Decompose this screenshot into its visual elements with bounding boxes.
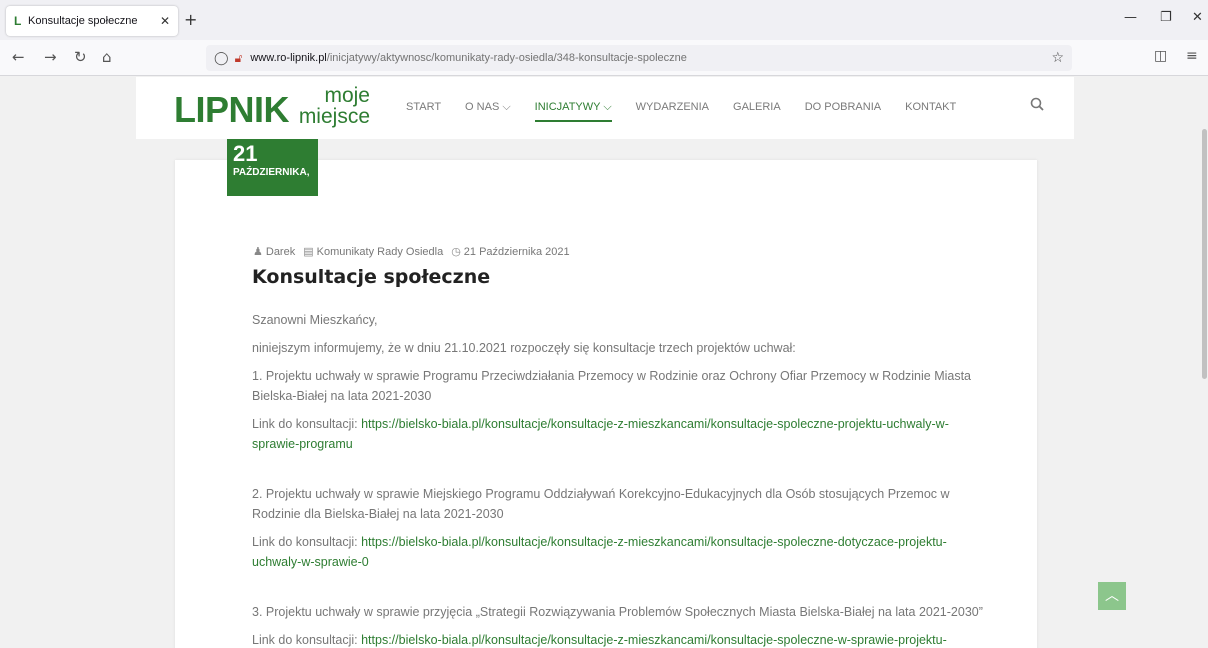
- page-viewport: LIPNIK moje miejsce START O NAS ⌵ INICJA…: [0, 77, 1208, 648]
- close-window-icon[interactable]: ✕: [1192, 10, 1203, 25]
- restore-icon[interactable]: ❐: [1160, 10, 1172, 25]
- document-icon: ▤: [303, 246, 314, 258]
- menu-item-wydarzenia[interactable]: WYDARZENIA: [636, 101, 709, 122]
- shield-icon[interactable]: ◯: [214, 51, 229, 66]
- navigation-bar: ← → ↻ ⌂ ◯ 🔓︎ www.ro-lipnik.pl/inicjatywy…: [0, 40, 1208, 76]
- date-day: 21: [233, 141, 258, 166]
- bookmark-star-icon[interactable]: ☆: [1051, 50, 1064, 66]
- tab-title: Konsultacje społeczne: [28, 15, 138, 27]
- link-1-paragraph: Link do konsultacji: https://bielsko-bia…: [252, 417, 949, 451]
- reload-icon[interactable]: ↻: [74, 48, 87, 66]
- menu-item-do-pobrania[interactable]: DO POBRANIA: [805, 101, 881, 122]
- scrollbar[interactable]: [1200, 77, 1208, 648]
- browser-tab[interactable]: L Konsultacje społeczne ✕: [6, 6, 178, 36]
- pocket-icon[interactable]: ◫: [1154, 48, 1167, 64]
- item-3: 3. Projektu uchwały w sprawie przyjęcia …: [252, 605, 983, 619]
- main-menu: START O NAS ⌵ INICJATYWY ⌵ WYDARZENIA GA…: [406, 101, 980, 122]
- home-icon[interactable]: ⌂: [102, 48, 112, 66]
- address-bar[interactable]: ◯ 🔓︎ www.ro-lipnik.pl/inicjatywy/aktywno…: [206, 45, 1072, 71]
- article-meta: ♟ Darek ▤ Komunikaty Rady Osiedla ◷ 21 Paźd…: [253, 245, 570, 258]
- site-logo[interactable]: LIPNIK: [174, 89, 290, 131]
- user-icon: ♟: [253, 246, 263, 258]
- menu-icon[interactable]: ≡: [1186, 48, 1198, 64]
- date-month: PAŹDZIERNIKA,: [233, 167, 310, 178]
- menu-item-o-nas[interactable]: O NAS ⌵: [465, 101, 511, 122]
- publish-date: ◷ 21 Października 2021: [451, 246, 570, 258]
- search-icon[interactable]: [1030, 97, 1044, 115]
- menu-item-kontakt[interactable]: KONTAKT: [905, 101, 956, 122]
- insecure-lock-icon[interactable]: 🔓︎: [235, 51, 243, 66]
- tab-bar: L Konsultacje społeczne ✕ + — ❐ ✕: [0, 0, 1208, 40]
- consultation-link-3[interactable]: https://bielsko-biala.pl/konsultacje/kon…: [361, 633, 947, 647]
- article-content: Szanowni Mieszkańcy, niniejszym informuj…: [252, 310, 992, 648]
- close-tab-icon[interactable]: ✕: [160, 14, 170, 28]
- menu-item-inicjatywy[interactable]: INICJATYWY ⌵: [534, 101, 612, 122]
- logo-tagline[interactable]: moje miejsce: [286, 85, 370, 127]
- scroll-to-top-button[interactable]: ︿: [1098, 582, 1126, 610]
- item-1: 1. Projektu uchwały w sprawie Programu P…: [252, 369, 972, 403]
- forward-icon[interactable]: →: [44, 48, 57, 66]
- date-badge: 21 PAŹDZIERNIKA,: [227, 139, 318, 196]
- clock-icon: ◷: [451, 246, 461, 258]
- author[interactable]: ♟ Darek: [253, 245, 295, 258]
- menu-item-galeria[interactable]: GALERIA: [733, 101, 781, 122]
- link-2-paragraph: Link do konsultacji: https://bielsko-bia…: [252, 535, 947, 569]
- minimize-icon[interactable]: —: [1124, 10, 1137, 25]
- new-tab-icon[interactable]: +: [184, 10, 197, 29]
- menu-item-start[interactable]: START: [406, 101, 441, 122]
- scrollbar-thumb[interactable]: [1202, 129, 1207, 379]
- intro: niniejszym informujemy, że w dniu 21.10.…: [252, 341, 796, 355]
- greeting: Szanowni Mieszkańcy,: [252, 313, 378, 327]
- link-3-paragraph: Link do konsultacji: https://bielsko-bia…: [252, 633, 947, 647]
- category[interactable]: ▤ Komunikaty Rady Osiedla: [303, 245, 443, 258]
- article-title: Konsultacje społeczne: [252, 266, 491, 288]
- back-icon[interactable]: ←: [12, 48, 25, 66]
- url-text: www.ro-lipnik.pl/inicjatywy/aktywnosc/ko…: [250, 52, 687, 64]
- item-2: 2. Projektu uchwały w sprawie Miejskiego…: [252, 487, 950, 521]
- site-header: LIPNIK moje miejsce START O NAS ⌵ INICJA…: [136, 77, 1074, 139]
- site-favicon: L: [14, 14, 22, 28]
